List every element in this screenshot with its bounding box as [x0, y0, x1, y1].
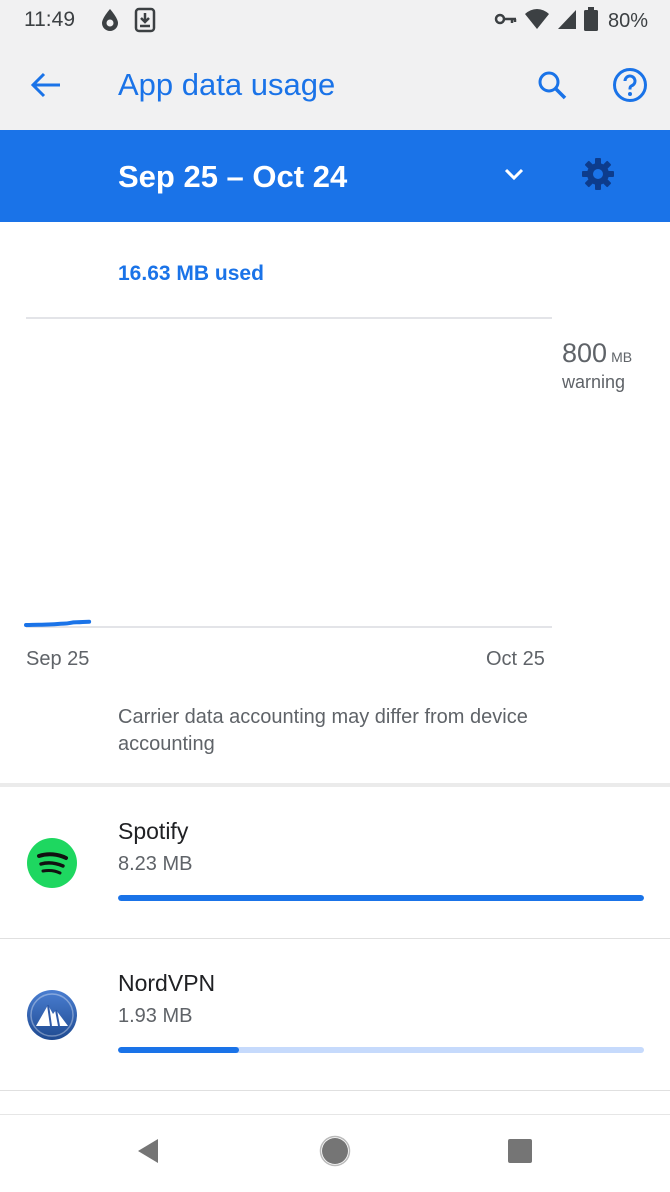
- app-usage-size: 1.93 MB: [118, 1005, 193, 1027]
- nordvpn-icon: [26, 989, 78, 1041]
- carrier-accounting-note: Carrier data accounting may differ from …: [118, 706, 528, 755]
- gear-icon: [580, 156, 616, 197]
- app-row-nordvpn[interactable]: NordVPN 1.93 MB: [0, 939, 670, 1091]
- chart-x-end-label: Oct 25: [486, 648, 545, 670]
- search-icon: [536, 69, 568, 106]
- help-button[interactable]: [608, 65, 652, 109]
- warning-label: warning: [562, 372, 626, 392]
- spotify-icon: [26, 837, 78, 889]
- app-usage-bar: [118, 1047, 644, 1053]
- billing-period-label: Sep 25 – Oct 24: [118, 159, 348, 194]
- page-title: App data usage: [118, 67, 336, 102]
- help-icon: [612, 67, 648, 108]
- app-usage-bar: [118, 895, 644, 901]
- nav-back-icon: [134, 1136, 162, 1171]
- app-row-spotify[interactable]: Spotify 8.23 MB: [0, 787, 670, 939]
- period-dropdown-button[interactable]: [492, 154, 536, 198]
- billing-period-bar: Sep 25 – Oct 24: [0, 130, 670, 222]
- app-bar: App data usage: [0, 40, 670, 130]
- status-left-icons: [98, 7, 156, 38]
- warning-unit: MB: [611, 349, 633, 365]
- vpn-key-icon: [494, 9, 518, 34]
- nav-home-icon: [319, 1135, 351, 1172]
- download-icon: [134, 7, 156, 38]
- status-bar: 11:49 80%: [0, 0, 670, 40]
- battery-icon: [583, 7, 598, 36]
- chart-x-start-label: Sep 25: [26, 648, 90, 670]
- signal-icon: [556, 8, 578, 35]
- chart-usage-line: [24, 619, 92, 627]
- usage-chart: 800 MB warning Sep 25 Oct 25: [0, 300, 670, 680]
- drop-icon: [98, 7, 122, 38]
- status-time: 11:49: [24, 8, 75, 31]
- status-right-icons: 80%: [494, 7, 648, 36]
- app-name: NordVPN: [118, 970, 216, 996]
- warning-threshold: 800 MB: [562, 338, 632, 369]
- app-name: Spotify: [118, 818, 189, 844]
- nav-back-button[interactable]: [128, 1133, 168, 1173]
- period-settings-button[interactable]: [576, 154, 620, 198]
- wifi-icon: [524, 8, 550, 35]
- nav-recents-button[interactable]: [500, 1133, 540, 1173]
- app-usage-bar-fill: [118, 1047, 239, 1053]
- app-usage-size: 8.23 MB: [118, 853, 193, 875]
- back-button[interactable]: [24, 65, 68, 109]
- battery-percentage: 80%: [607, 10, 648, 32]
- back-arrow-icon: [30, 71, 62, 104]
- app-usage-bar-fill: [118, 895, 644, 901]
- search-button[interactable]: [530, 65, 574, 109]
- usage-total: 16.63 MB used: [118, 262, 264, 285]
- warning-value: 800: [562, 338, 608, 368]
- nav-home-button[interactable]: [315, 1133, 355, 1173]
- chevron-down-icon: [502, 166, 526, 187]
- navigation-bar: [0, 1114, 670, 1192]
- nav-recents-icon: [507, 1138, 533, 1169]
